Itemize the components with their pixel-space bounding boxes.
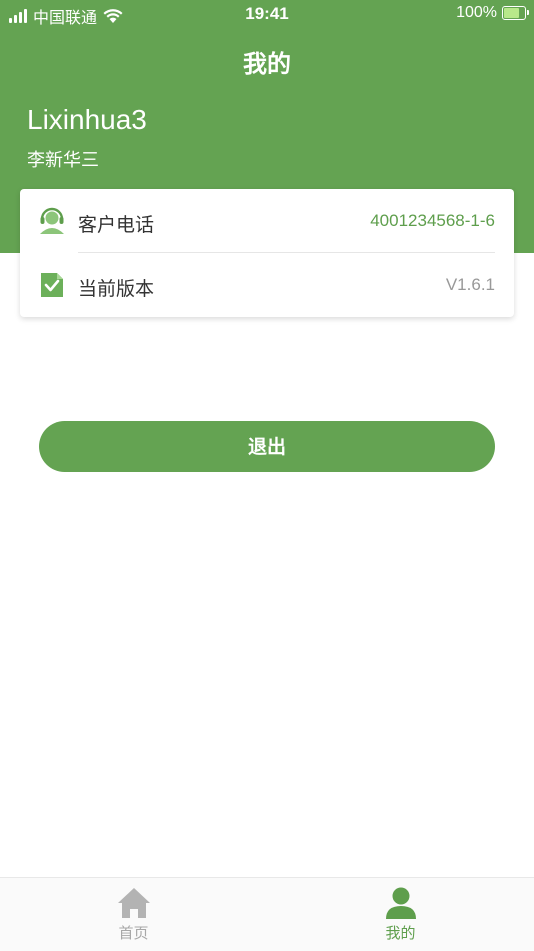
customer-phone-row[interactable]: 客户电话 4001234568-1-6 <box>20 189 514 253</box>
info-card: 客户电话 4001234568-1-6 当前版本 V1.6.1 <box>20 189 514 317</box>
document-check-icon <box>41 273 63 297</box>
tab-bar: 首页 我的 <box>0 877 534 951</box>
customer-phone-value[interactable]: 4001234568-1-6 <box>370 211 495 231</box>
user-name: Lixinhua3 <box>27 104 147 135</box>
battery-percent: 100% <box>456 4 497 21</box>
page-title: 我的 <box>243 51 291 78</box>
home-icon <box>118 888 150 918</box>
tab-mine[interactable]: 我的 <box>267 878 534 951</box>
headset-icon <box>40 207 64 234</box>
battery-icon <box>502 6 529 20</box>
tab-home-label: 首页 <box>118 925 149 942</box>
app-version-row: 当前版本 V1.6.1 <box>20 253 514 317</box>
person-icon <box>386 887 416 919</box>
app-version-label: 当前版本 <box>78 279 155 300</box>
logout-button[interactable]: 退出 <box>39 421 495 472</box>
tab-home[interactable]: 首页 <box>0 878 267 951</box>
tab-mine-label: 我的 <box>385 925 416 942</box>
app-version-value: V1.6.1 <box>445 275 495 294</box>
clock: 19:41 <box>245 4 289 23</box>
status-bar: 中国联通 19:41 100% <box>0 0 534 28</box>
user-display-name: 李新华三 <box>27 150 99 170</box>
customer-phone-label: 客户电话 <box>78 215 155 236</box>
